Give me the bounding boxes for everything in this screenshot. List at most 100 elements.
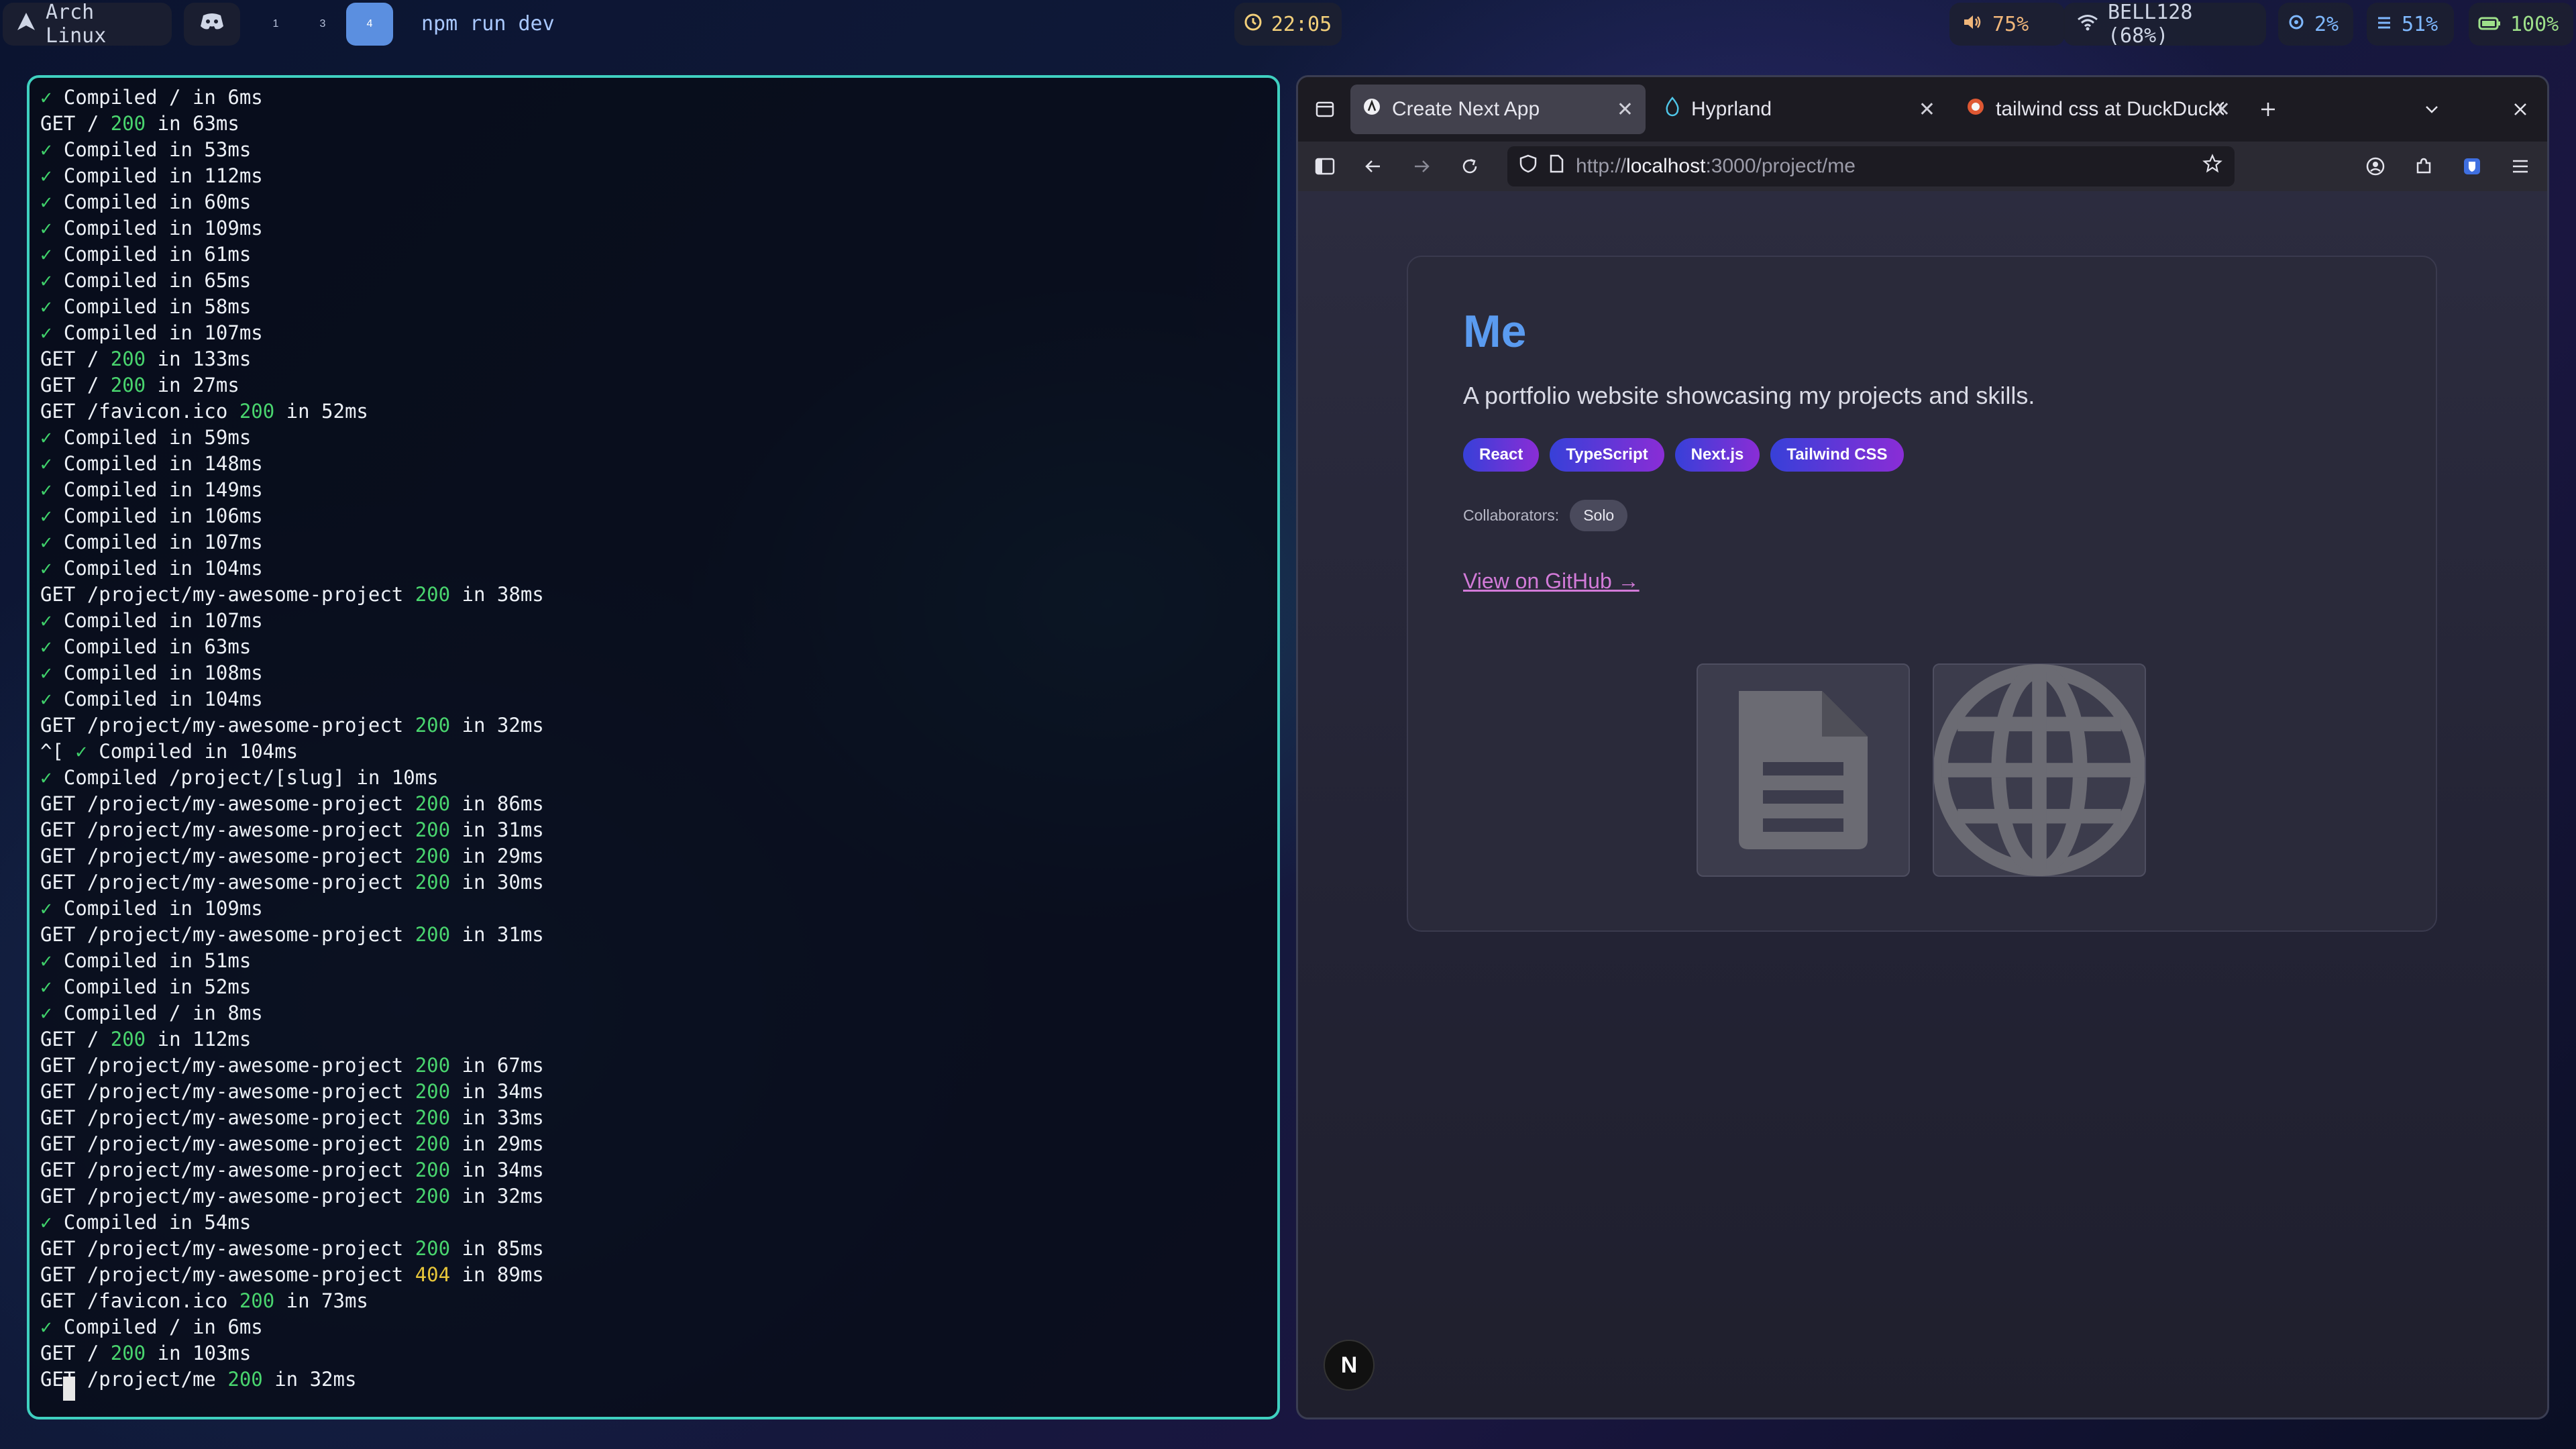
terminal-window[interactable]: ✓ Compiled / in 6ms GET / 200 in 63ms ✓ Co… [27, 75, 1280, 1419]
navigation-toolbar: http://localhost:3000/project/me [1298, 142, 2547, 191]
log-text: in 67ms [450, 1054, 544, 1077]
workspace-3[interactable]: 3 [299, 3, 346, 46]
log-text: GET /project/my-awesome-project [40, 1159, 415, 1181]
terminal-line: ✓ Compiled in 107ms [40, 608, 1277, 634]
close-tab-icon[interactable]: ✕ [2214, 98, 2231, 121]
log-text: Compiled / in 6ms [63, 1316, 263, 1338]
plus-icon [2261, 103, 2275, 116]
thumbnail-document[interactable] [1697, 663, 1910, 877]
terminal-line: GET /favicon.ico 200 in 73ms [40, 1288, 1277, 1314]
log-text: Compiled in 63ms [63, 635, 252, 658]
extensions-button[interactable] [2405, 148, 2443, 185]
log-text: in 63ms [146, 112, 239, 135]
sidebar-toggle-button[interactable] [1306, 148, 1344, 185]
wifi-icon [2077, 13, 2098, 36]
check-mark: ✓ [40, 452, 64, 475]
volume-indicator[interactable]: 75% [1949, 3, 2065, 46]
app-menu-button[interactable] [2502, 148, 2539, 185]
log-text: Compiled /project/[slug] in 10ms [63, 766, 439, 789]
forward-button[interactable] [1403, 148, 1440, 185]
clock[interactable]: 22:05 [1234, 3, 1342, 46]
terminal-line: ✓ Compiled / in 6ms [40, 85, 1277, 111]
cpu-indicator[interactable]: 2% [2278, 3, 2353, 46]
log-text: Compiled in 61ms [63, 243, 252, 266]
battery-indicator[interactable]: 100% [2469, 3, 2573, 46]
nextjs-icon [1362, 97, 1381, 121]
terminal-line: GET /project/my-awesome-project 200 in 2… [40, 1131, 1277, 1157]
terminal-line: GET /project/my-awesome-project 200 in 3… [40, 869, 1277, 896]
close-window-button[interactable] [2502, 91, 2539, 128]
log-text: Compiled / in 6ms [63, 86, 263, 109]
new-tab-button[interactable] [2249, 91, 2287, 128]
check-mark: ✓ [40, 269, 64, 292]
log-text: GET /project/my-awesome-project [40, 792, 415, 815]
back-button[interactable] [1354, 148, 1392, 185]
account-button[interactable] [2357, 148, 2394, 185]
log-text: GET / [40, 112, 111, 135]
log-text: Compiled in 148ms [63, 452, 263, 475]
tech-tags: React TypeScript Next.js Tailwind CSS [1463, 438, 2381, 472]
close-tab-icon[interactable]: ✕ [1617, 98, 1633, 121]
log-text: in 27ms [146, 374, 239, 396]
shield-icon[interactable] [1519, 154, 1537, 178]
terminal-line: GET / 200 in 133ms [40, 346, 1277, 372]
workspace-4[interactable]: 4 [346, 3, 393, 46]
tab-create-next-app[interactable]: Create Next App ✕ [1350, 85, 1646, 134]
wifi-indicator[interactable]: BELL128 (68%) [2063, 1, 2266, 48]
url-bar[interactable]: http://localhost:3000/project/me [1507, 146, 2235, 186]
terminal-line: GET / 200 in 103ms [40, 1340, 1277, 1366]
log-text: GET / [40, 374, 111, 396]
tag-nextjs: Next.js [1674, 438, 1760, 472]
page-info-icon[interactable] [1549, 154, 1564, 178]
terminal-line: ✓ Compiled in 107ms [40, 529, 1277, 555]
check-mark: ✓ [40, 609, 64, 632]
terminal-line: GET /project/my-awesome-project 200 in 3… [40, 582, 1277, 608]
tab-hyprland[interactable]: Hyprland ✕ [1652, 85, 1947, 134]
log-text: in 29ms [450, 1132, 544, 1155]
status-code: 200 [415, 792, 451, 815]
os-label: Arch Linux [46, 1, 107, 48]
log-text: GET / [40, 1028, 111, 1051]
bitwarden-extension-button[interactable] [2453, 148, 2491, 185]
log-text: Compiled in 65ms [63, 269, 252, 292]
check-mark: ✓ [40, 217, 64, 239]
log-text: in 32ms [450, 1185, 544, 1208]
reload-icon [1462, 158, 1477, 174]
log-text: GET /project/my-awesome-project [40, 871, 415, 894]
nextjs-dev-indicator[interactable]: N [1324, 1340, 1375, 1391]
terminal-line: GET / 200 in 63ms [40, 111, 1277, 137]
terminal-line: GET /project/my-awesome-project 200 in 3… [40, 1157, 1277, 1183]
log-text: Compiled in 109ms [63, 217, 263, 239]
bookmark-star-icon[interactable] [2202, 154, 2222, 179]
hyprland-icon [1664, 97, 1680, 122]
tab-overview-button[interactable] [1306, 91, 1344, 128]
workspace-1[interactable]: 1 [252, 3, 299, 46]
check-mark: ✓ [40, 504, 64, 527]
thumbnail-globe[interactable] [1933, 663, 2146, 877]
close-tab-icon[interactable]: ✕ [1919, 98, 1935, 121]
log-text: in 112ms [146, 1028, 252, 1051]
terminal-line: GET / 200 in 27ms [40, 372, 1277, 398]
terminal-cursor [63, 1377, 75, 1401]
log-text: GET /project/my-awesome-project [40, 1054, 415, 1077]
tab-duckduckgo[interactable]: tailwind css at DuckDuckGo ✕ [1954, 85, 2243, 134]
tab-label: Create Next App [1392, 98, 1540, 120]
terminal-line: GET /project/my-awesome-project 200 in 3… [40, 922, 1277, 948]
discord-button[interactable] [184, 3, 240, 46]
terminal-line: GET /project/my-awesome-project 200 in 3… [40, 1183, 1277, 1210]
memory-indicator[interactable]: 51% [2367, 3, 2454, 46]
os-menu-button[interactable]: Arch Linux [3, 1, 172, 48]
list-all-tabs-button[interactable] [2413, 91, 2451, 128]
reload-button[interactable] [1451, 148, 1489, 185]
terminal-line: ✓ Compiled in 109ms [40, 896, 1277, 922]
status-code: 200 [227, 1368, 263, 1391]
terminal-line: GET /project/my-awesome-project 200 in 8… [40, 1236, 1277, 1262]
log-text: GET /favicon.ico [40, 400, 239, 423]
active-window-title: npm run dev [421, 12, 555, 36]
github-link[interactable]: View on GitHub → [1463, 569, 1640, 594]
collaborators-label: Collaborators: [1463, 506, 1560, 524]
collaborators: Collaborators: Solo [1463, 500, 2381, 531]
terminal-line: GET /project/my-awesome-project 200 in 3… [40, 817, 1277, 843]
chevron-down-icon [2426, 106, 2438, 113]
log-text: Compiled in 104ms [63, 557, 263, 580]
